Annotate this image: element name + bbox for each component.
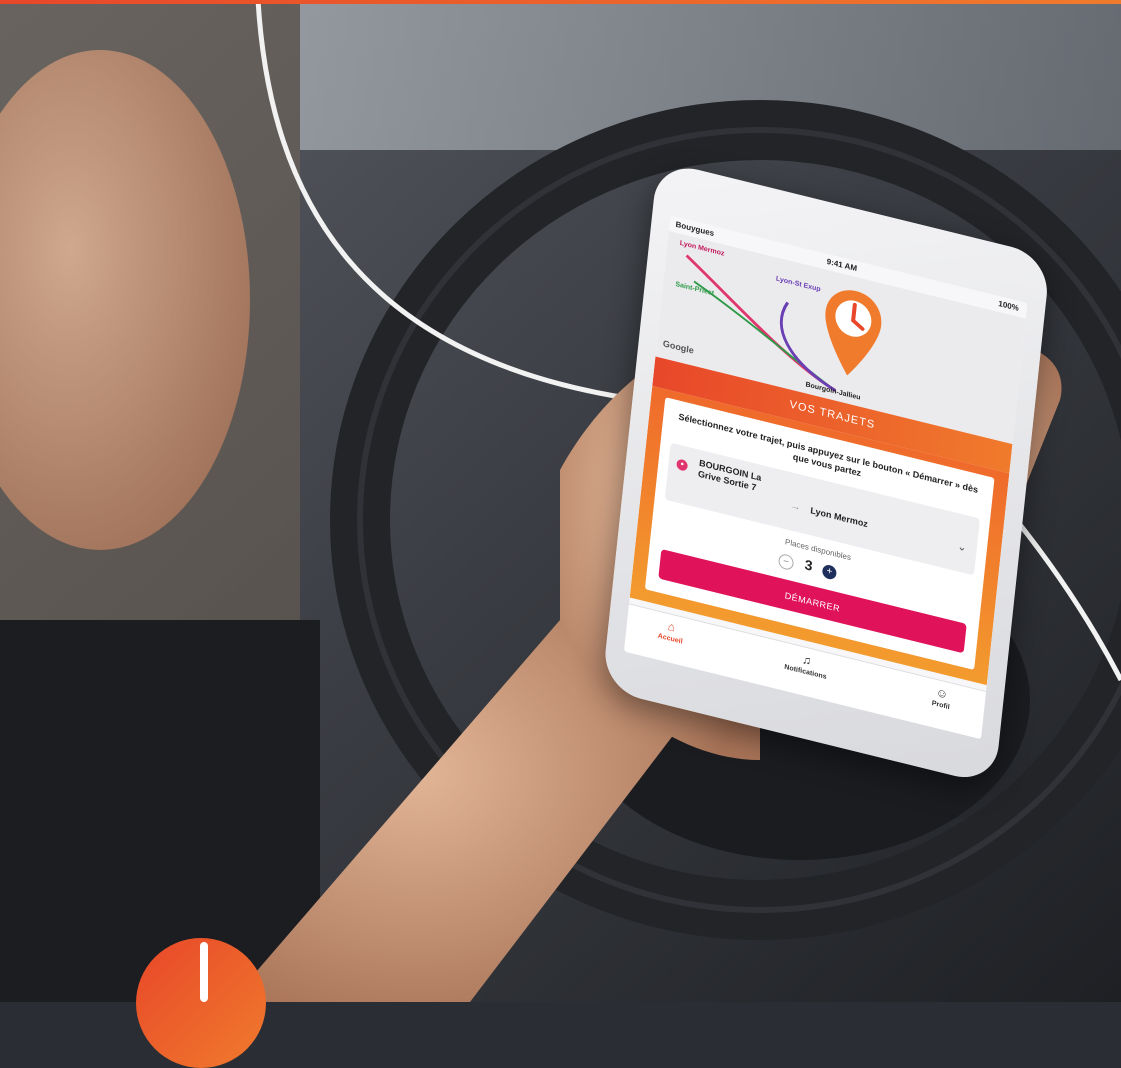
tab-profile[interactable]: ☺ Profil (901, 678, 983, 719)
location-pin-icon (825, 290, 882, 376)
trip-marker-icon: ● (676, 458, 689, 472)
trip-destination: Lyon Mermoz (809, 505, 869, 530)
chevron-down-icon[interactable]: ⌄ (957, 539, 968, 554)
brand-logo-mark (200, 942, 208, 1002)
brand-logo (136, 938, 266, 1068)
top-accent-strip (0, 0, 1121, 4)
minus-icon[interactable]: − (777, 552, 795, 572)
smartphone: Bouygues 9:41 AM 100% Lyon Mermoz Saint-… (601, 160, 1051, 786)
battery-level: 100% (997, 299, 1020, 313)
tab-notifications[interactable]: ♫ Notifications (765, 644, 847, 685)
plus-icon[interactable]: + (821, 563, 838, 581)
arrow-right-icon: → (789, 500, 802, 514)
app-screen: Bouygues 9:41 AM 100% Lyon Mermoz Saint-… (623, 215, 1028, 740)
places-count: 3 (803, 556, 814, 574)
tab-home[interactable]: ⌂ Accueil (630, 611, 712, 652)
trip-origin: BOURGOIN La Grive Sortie 7 (697, 457, 762, 493)
